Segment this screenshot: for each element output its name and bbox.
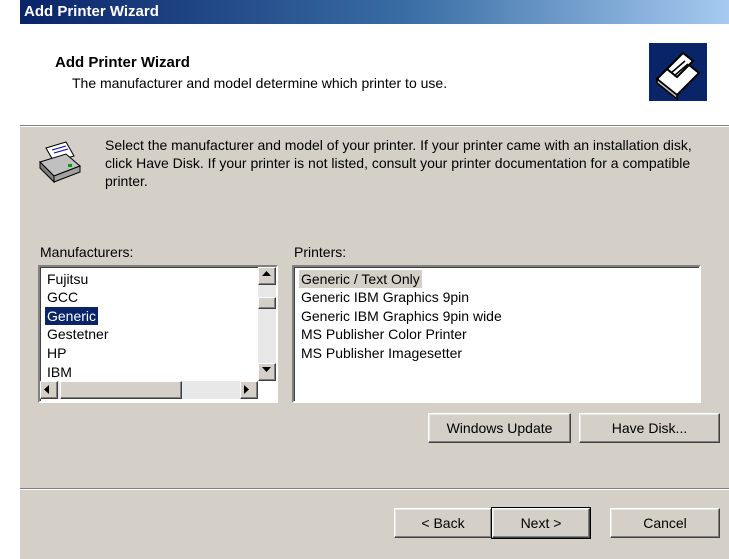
scroll-up-arrow-icon[interactable] xyxy=(258,267,276,285)
next-button[interactable]: Next > xyxy=(491,507,591,539)
list-item[interactable]: Gestetner xyxy=(45,325,110,343)
printer-icon xyxy=(39,141,81,184)
list-item[interactable]: MS Publisher Color Printer xyxy=(299,325,469,343)
list-item[interactable]: IBM xyxy=(45,363,74,381)
list-item-selected[interactable]: Generic / Text Only xyxy=(299,270,422,288)
scroll-right-arrow-icon[interactable] xyxy=(240,381,258,399)
window-title: Add Printer Wizard xyxy=(20,0,729,24)
header-title: Add Printer Wizard xyxy=(55,54,190,71)
scroll-down-arrow-icon[interactable] xyxy=(258,363,276,381)
manufacturers-list[interactable]: Fujitsu GCC Generic Gestetner HP IBM xyxy=(38,265,278,403)
cancel-button[interactable]: Cancel xyxy=(610,508,720,538)
scroll-thumb-horizontal[interactable] xyxy=(60,381,182,399)
windows-update-button[interactable]: Windows Update xyxy=(428,413,571,443)
printers-list[interactable]: Generic / Text Only Generic IBM Graphics… xyxy=(292,265,701,403)
manufacturers-label: Manufacturers: xyxy=(40,244,134,260)
printers-label: Printers: xyxy=(294,244,347,260)
wizard-header: Add Printer Wizard The manufacturer and … xyxy=(20,24,729,126)
back-button[interactable]: < Back xyxy=(394,508,492,538)
scroll-left-arrow-icon[interactable] xyxy=(40,381,58,399)
header-subtitle: The manufacturer and model determine whi… xyxy=(72,75,448,91)
list-item[interactable]: MS Publisher Imagesetter xyxy=(299,344,464,362)
intro-text: Select the manufacturer and model of you… xyxy=(105,137,692,189)
list-item[interactable]: Generic IBM Graphics 9pin wide xyxy=(299,307,504,325)
list-item[interactable]: Fujitsu xyxy=(45,270,90,288)
list-item[interactable]: Generic IBM Graphics 9pin xyxy=(299,288,471,306)
list-item[interactable]: HP xyxy=(45,344,68,362)
list-item-selected[interactable]: Generic xyxy=(45,307,99,325)
wizard-window: Add Printer Wizard Add Printer Wizard Th… xyxy=(20,0,729,559)
have-disk-button[interactable]: Have Disk... xyxy=(579,413,720,443)
printer-wizard-icon xyxy=(649,43,707,101)
list-item[interactable]: GCC xyxy=(45,288,80,306)
scroll-thumb[interactable] xyxy=(258,297,276,309)
